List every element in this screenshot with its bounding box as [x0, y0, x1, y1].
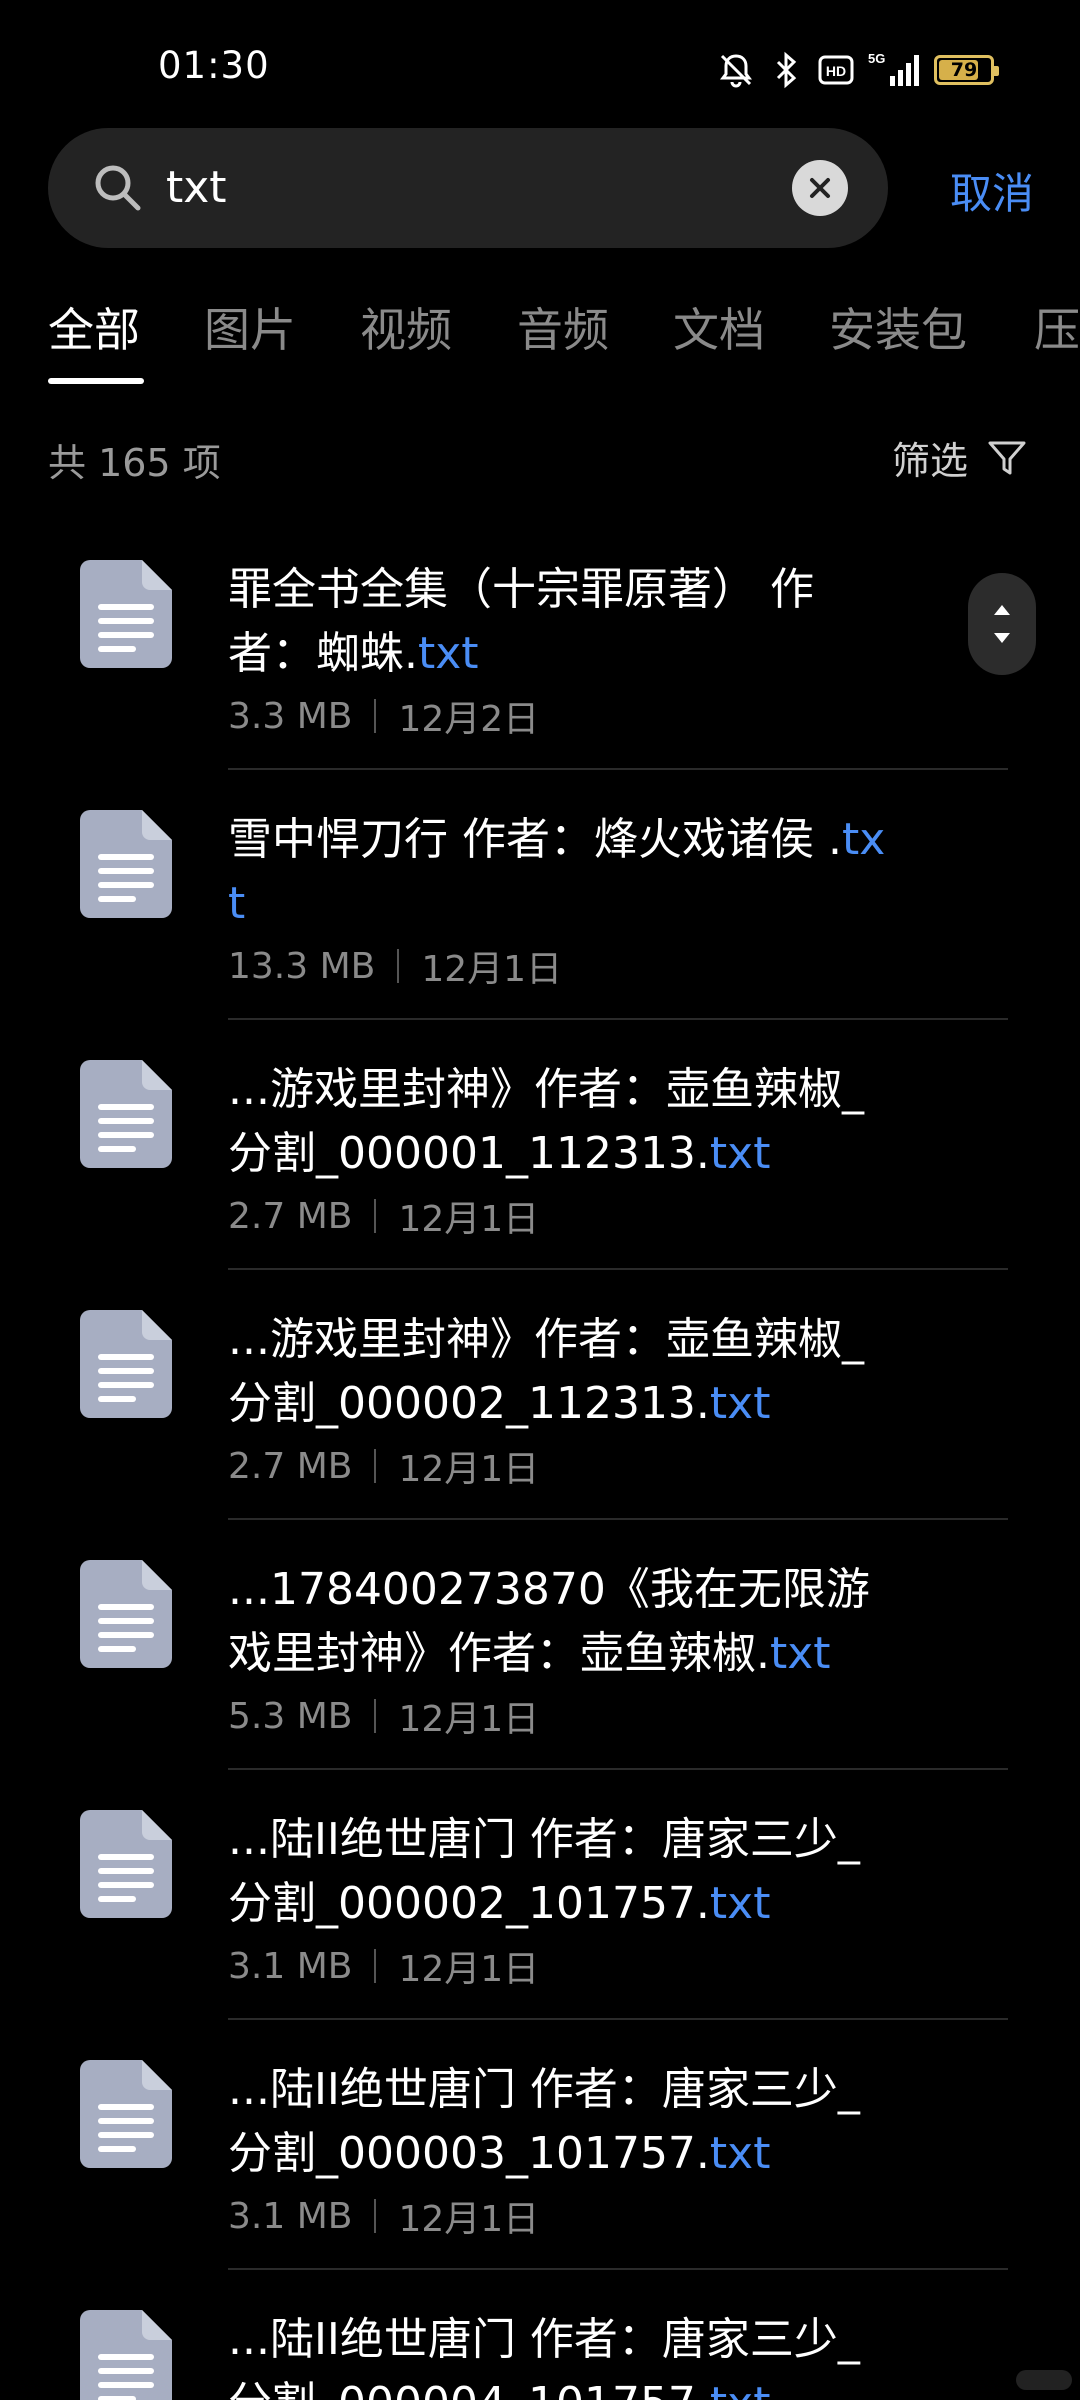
status-time: 01:30 [158, 44, 270, 87]
meta-separator [374, 2199, 377, 2233]
document-icon [80, 2310, 172, 2400]
battery-icon: 79 [934, 55, 999, 85]
document-icon [80, 810, 172, 918]
search-query[interactable]: txt [166, 162, 227, 213]
meta-separator [374, 1699, 377, 1733]
file-list-item[interactable]: ...陆II绝世唐门 作者：唐家三少_分割_000002_101757.txt … [0, 1770, 1080, 2020]
file-meta: 2.7 MB 12月1日 [228, 1440, 539, 1492]
tab-videos[interactable]: 视频 [360, 294, 452, 360]
scroll-arrows-icon [994, 605, 1010, 643]
bluetooth-icon [770, 50, 804, 90]
clear-search-button[interactable] [792, 160, 848, 216]
file-name: ...陆II绝世唐门 作者：唐家三少_分割_000002_101757.txt [228, 1808, 888, 1936]
file-extension: txt [710, 2378, 771, 2400]
file-name: 罪全书全集（十宗罪原著） 作者：蜘蛛.txt [228, 558, 888, 686]
meta-separator [374, 1949, 377, 1983]
file-meta: 2.7 MB 12月1日 [228, 1190, 539, 1242]
category-tabs: 全部 图片 视频 音频 文档 安装包 压 [48, 290, 1080, 390]
filter-icon [988, 441, 1026, 474]
tab-all[interactable]: 全部 [48, 294, 140, 360]
tab-audio[interactable]: 音频 [517, 294, 609, 360]
file-name: ...陆II绝世唐门 作者：唐家三少_分割_000004_101757.txt [228, 2308, 888, 2400]
file-search-screen: 01:30 HD 5G 79 txt 取消 全部 图片 视频 音频 文档 安装包… [0, 0, 1080, 2400]
file-size: 2.7 MB [228, 1195, 353, 1237]
file-size: 3.3 MB [228, 695, 353, 737]
file-meta: 13.3 MB 12月1日 [228, 940, 562, 992]
file-size: 3.1 MB [228, 2195, 353, 2237]
file-meta: 5.3 MB 12月1日 [228, 1690, 539, 1742]
file-name: ...游戏里封神》作者：壶鱼辣椒_分割_000002_112313.txt [228, 1308, 888, 1436]
file-extension: txt [770, 1628, 831, 1679]
file-meta: 3.1 MB 12月1日 [228, 1940, 539, 1992]
file-date: 12月1日 [398, 1949, 540, 1990]
file-extension: txt [418, 628, 479, 679]
file-list-item[interactable]: ...游戏里封神》作者：壶鱼辣椒_分割_000001_112313.txt 2.… [0, 1020, 1080, 1270]
status-bar: 01:30 HD 5G 79 [0, 0, 1080, 130]
svg-text:5G: 5G [868, 51, 885, 66]
file-date: 12月1日 [398, 1699, 540, 1740]
file-meta: 3.3 MB 12月2日 [228, 690, 539, 742]
result-count: 共 165 项 [48, 441, 221, 485]
file-size: 13.3 MB [228, 945, 376, 987]
document-icon [80, 1310, 172, 1418]
file-name: ...178400273870《我在无限游戏里封神》作者：壶鱼辣椒.txt [228, 1558, 888, 1686]
watermark [1016, 2370, 1072, 2390]
fast-scroll-handle[interactable] [968, 573, 1036, 675]
file-name: 雪中悍刀行 作者：烽火戏诸侯 .txt [228, 808, 888, 936]
meta-separator [374, 1199, 377, 1233]
file-extension: txt [709, 2128, 771, 2179]
tab-documents[interactable]: 文档 [673, 294, 765, 360]
document-icon [80, 1060, 172, 1168]
meta-separator [374, 1449, 377, 1483]
active-tab-indicator [48, 378, 144, 384]
cancel-button[interactable]: 取消 [950, 160, 1034, 221]
file-name: ...游戏里封神》作者：壶鱼辣椒_分割_000001_112313.txt [228, 1058, 888, 1186]
file-date: 12月1日 [398, 1449, 540, 1490]
svg-text:HD: HD [826, 63, 846, 79]
file-meta: 3.1 MB 12月1日 [228, 2190, 539, 2242]
file-extension: txt [709, 1378, 771, 1429]
tab-images[interactable]: 图片 [204, 294, 296, 360]
file-name-text: 雪中悍刀行 作者：烽火戏诸侯 . [228, 814, 842, 865]
file-list-item[interactable]: 罪全书全集（十宗罪原著） 作者：蜘蛛.txt 3.3 MB 12月2日 [0, 520, 1080, 770]
hd-icon: HD [818, 55, 854, 85]
file-date: 12月1日 [421, 949, 563, 990]
file-list-item[interactable]: ...陆II绝世唐门 作者：唐家三少_分割_000003_101757.txt … [0, 2020, 1080, 2270]
file-date: 12月1日 [398, 2199, 540, 2240]
search-input[interactable]: txt [48, 128, 888, 248]
file-size: 5.3 MB [228, 1695, 353, 1737]
file-name: ...陆II绝世唐门 作者：唐家三少_分割_000003_101757.txt [228, 2058, 888, 2186]
filter-label: 筛选 [891, 439, 968, 483]
status-icons: HD 5G 79 [716, 48, 999, 92]
search-icon [95, 165, 141, 211]
close-icon [810, 178, 830, 198]
meta-separator [374, 699, 377, 733]
signal-5g-icon: 5G [868, 50, 920, 90]
file-name-text: 罪全书全集（十宗罪原著） 作者：蜘蛛. [228, 564, 814, 679]
file-list-item[interactable]: ...178400273870《我在无限游戏里封神》作者：壶鱼辣椒.txt 5.… [0, 1520, 1080, 1770]
file-date: 12月1日 [398, 1199, 540, 1240]
tab-apks[interactable]: 安装包 [829, 294, 967, 360]
meta-separator [397, 949, 400, 983]
tab-archives[interactable]: 压 [1034, 294, 1080, 360]
file-list-item[interactable]: ...游戏里封神》作者：壶鱼辣椒_分割_000002_112313.txt 2.… [0, 1270, 1080, 1520]
document-icon [80, 1560, 172, 1668]
document-icon [80, 2060, 172, 2168]
document-icon [80, 1810, 172, 1918]
file-size: 3.1 MB [228, 1945, 353, 1987]
file-list: 罪全书全集（十宗罪原著） 作者：蜘蛛.txt 3.3 MB 12月2日 雪中悍刀… [0, 520, 1080, 2400]
battery-percent: 79 [950, 59, 978, 81]
mute-bell-icon [716, 50, 756, 90]
file-size: 2.7 MB [228, 1445, 353, 1487]
file-date: 12月2日 [398, 699, 540, 740]
file-list-item[interactable]: ...陆II绝世唐门 作者：唐家三少_分割_000004_101757.txt [0, 2270, 1080, 2400]
file-extension: txt [709, 1878, 771, 1929]
file-extension: txt [709, 1128, 771, 1179]
file-list-item[interactable]: 雪中悍刀行 作者：烽火戏诸侯 .txt 13.3 MB 12月1日 [0, 770, 1080, 1020]
filter-button[interactable]: 筛选 [892, 430, 1028, 485]
document-icon [80, 560, 172, 668]
